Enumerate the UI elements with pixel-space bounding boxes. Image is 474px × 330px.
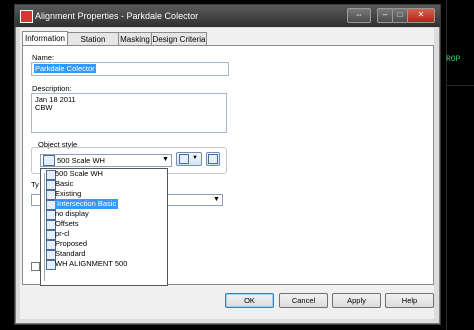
description-label: Description: bbox=[32, 84, 72, 93]
option-checkbox[interactable] bbox=[31, 262, 40, 271]
style-pick-button[interactable] bbox=[206, 152, 220, 166]
name-value: Parkdale Colector bbox=[34, 64, 96, 73]
apply-button[interactable]: Apply bbox=[332, 293, 381, 308]
dropdown-option[interactable]: Existing bbox=[55, 189, 81, 199]
chevron-down-icon: ▼ bbox=[213, 196, 220, 203]
name-label: Name: bbox=[32, 53, 55, 62]
chevron-down-icon: ▼ bbox=[192, 155, 198, 161]
tab-station-control[interactable]: Station Control bbox=[67, 32, 119, 57]
help-button[interactable]: Help bbox=[385, 293, 434, 308]
cad-gridline bbox=[446, 0, 447, 330]
tab-masking[interactable]: Masking bbox=[118, 32, 152, 46]
maximize-button[interactable]: □ bbox=[392, 8, 408, 23]
description-line: CBW bbox=[35, 103, 53, 112]
dropdown-option[interactable]: Proposed bbox=[55, 239, 87, 249]
type-label: Ty bbox=[31, 180, 39, 189]
description-field[interactable]: Jan 18 2011 CBW bbox=[31, 93, 227, 133]
cancel-button[interactable]: Cancel bbox=[279, 293, 328, 308]
pick-icon bbox=[208, 154, 218, 164]
dropdown-option[interactable]: 500 Scale WH bbox=[55, 169, 103, 179]
title-bar[interactable]: Alignment Properties - Parkdale Colector… bbox=[15, 5, 440, 27]
dropdown-option[interactable]: Standard bbox=[55, 249, 85, 259]
close-button[interactable]: ✕ bbox=[407, 8, 435, 23]
dropdown-option[interactable]: no display bbox=[55, 209, 89, 219]
edit-style-icon bbox=[179, 154, 189, 164]
tree-connector bbox=[44, 173, 45, 281]
dropdown-option[interactable]: pr-cl bbox=[55, 229, 70, 239]
dropdown-option-highlighted[interactable]: Intersection Basic bbox=[55, 199, 119, 209]
object-style-value: 500 Scale WH bbox=[57, 156, 105, 165]
resize-arrows-button[interactable]: ⇔ bbox=[347, 8, 371, 23]
minimize-button[interactable]: – bbox=[377, 8, 393, 23]
app-icon bbox=[20, 10, 33, 23]
chevron-down-icon: ▼ bbox=[162, 156, 169, 163]
dropdown-option[interactable]: Basic bbox=[55, 179, 73, 189]
ok-button[interactable]: OK bbox=[225, 293, 274, 308]
description-line: Jan 18 2011 bbox=[35, 95, 76, 104]
style-icon bbox=[43, 155, 55, 166]
secondary-combo[interactable]: ▼ bbox=[167, 194, 223, 206]
dropdown-option[interactable]: WH ALIGNMENT 500 bbox=[55, 259, 127, 269]
cad-gridline bbox=[446, 85, 474, 86]
dropdown-option[interactable]: Offsets bbox=[55, 219, 79, 229]
tab-design-criteria[interactable]: Design Criteria bbox=[151, 32, 207, 46]
object-style-combo[interactable]: 500 Scale WH ▼ bbox=[40, 154, 172, 167]
style-edit-button[interactable]: ▼ bbox=[176, 152, 202, 166]
window-title: Alignment Properties - Parkdale Colector bbox=[35, 11, 199, 21]
cad-label: ROP bbox=[446, 55, 461, 64]
object-style-dropdown[interactable]: 500 Scale WH Basic Existing Intersection… bbox=[40, 168, 168, 286]
name-field[interactable]: Parkdale Colector bbox=[31, 62, 229, 76]
